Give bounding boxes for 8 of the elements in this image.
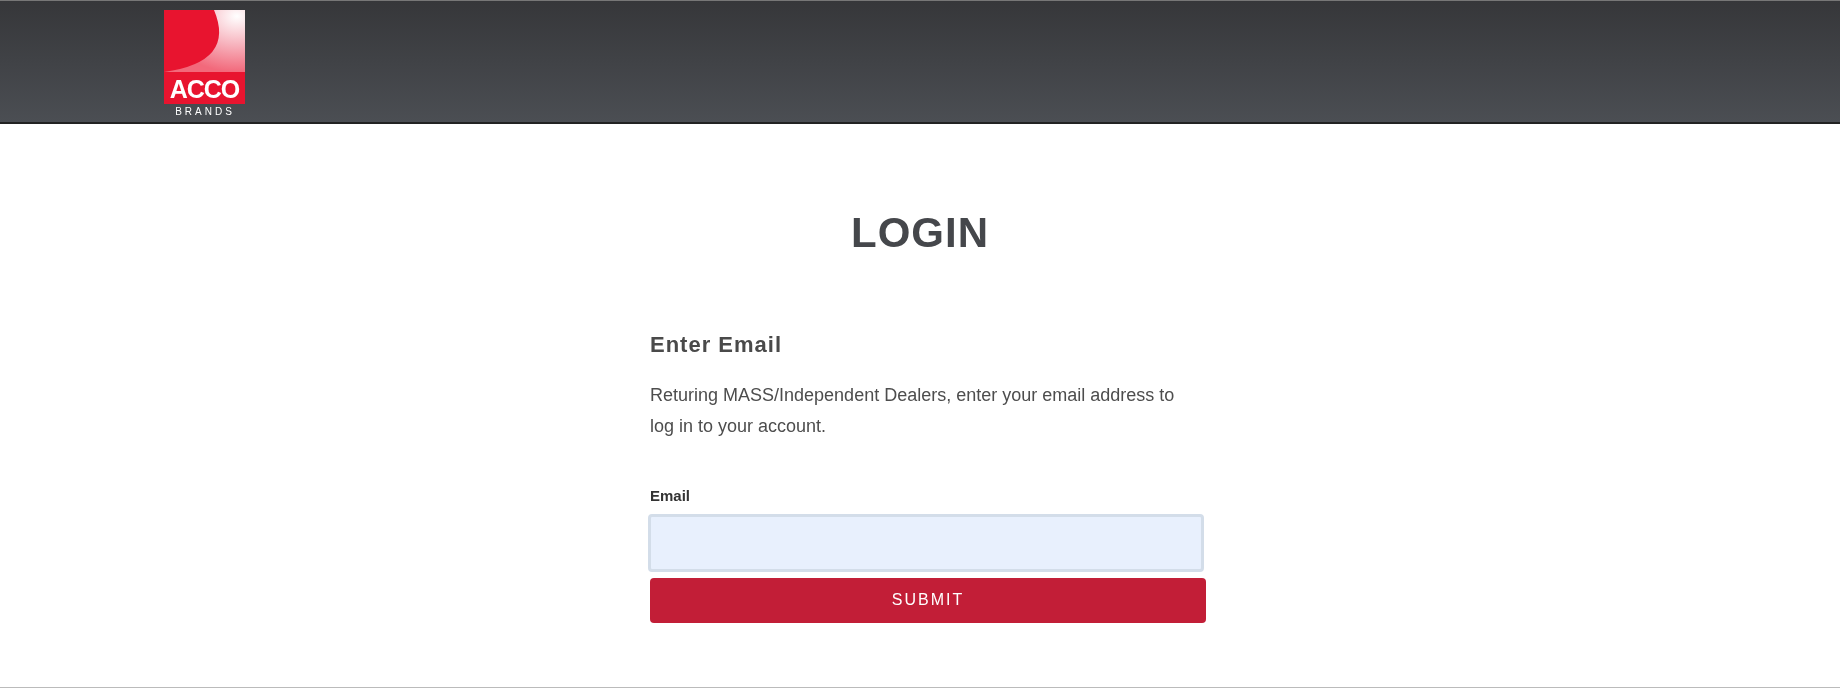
page-title: LOGIN (851, 212, 989, 254)
email-label: Email (650, 486, 692, 506)
email-input[interactable] (648, 513, 1204, 572)
form-heading: Enter Email (650, 334, 784, 356)
logo-subtitle: BRANDS (174, 105, 236, 119)
submit-button[interactable]: SUBMIT (650, 577, 1206, 623)
logo-wordmark: ACCO (169, 77, 240, 102)
form-description: Returing MASS/Independent Dealers, enter your email address to log in to your account. (650, 384, 1176, 438)
